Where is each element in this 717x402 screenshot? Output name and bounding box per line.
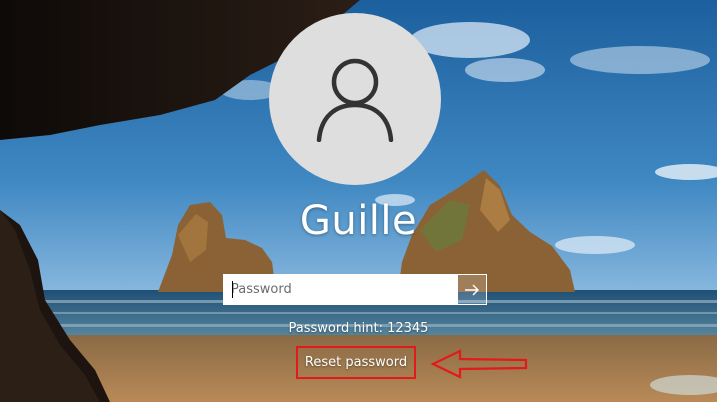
password-hint: Password hint: 12345	[288, 321, 429, 336]
left-arrow-icon	[430, 349, 528, 379]
user-silhouette-icon	[316, 58, 394, 142]
lock-screen: Guille Password hint: 12345 Reset passwo…	[0, 0, 717, 402]
user-avatar	[269, 13, 441, 185]
text-caret	[232, 281, 233, 298]
reset-password-link[interactable]: Reset password	[296, 346, 416, 379]
username-label: Guille	[299, 198, 418, 244]
password-row	[223, 274, 487, 305]
submit-button[interactable]	[458, 274, 487, 305]
arrow-right-icon	[465, 284, 479, 295]
password-input[interactable]	[223, 274, 458, 305]
